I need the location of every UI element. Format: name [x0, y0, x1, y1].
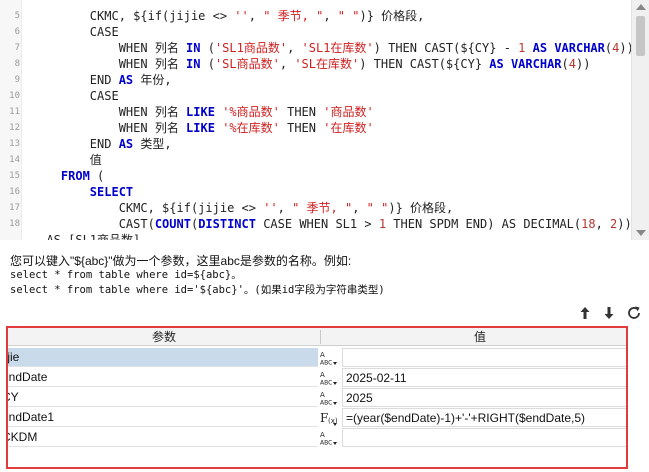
code-line[interactable]: 14 值	[0, 152, 628, 168]
param-name-cell[interactable]: endDate1	[8, 408, 318, 427]
editor-scrollbar[interactable]	[631, 0, 649, 240]
svg-text:A: A	[320, 391, 325, 399]
code-text: WHEN 列名 IN ('SL商品数', 'SL在库数') THEN CAST(…	[32, 57, 591, 71]
code-text: CASE	[32, 89, 119, 103]
scroll-down-icon[interactable]	[636, 230, 646, 236]
line-number: 18	[9, 219, 20, 229]
code-text: WHEN 列名 LIKE '%商品数' THEN '商品数'	[32, 105, 374, 119]
code-line[interactable]: AS [SL1商品数]	[0, 232, 628, 240]
parameter-table: 参数 值 jijieAABCendDateAABC2025-02-11CYAAB…	[6, 326, 628, 469]
help-text-example-1: select * from table where id=${abc}。	[10, 269, 242, 281]
line-number: 12	[9, 123, 20, 133]
line-number: 5	[14, 11, 20, 21]
code-text: WHEN 列名 LIKE '%在库数' THEN '在库数'	[32, 121, 374, 135]
line-number: 16	[9, 187, 20, 197]
code-text: CASE	[32, 25, 119, 39]
param-name-cell[interactable]: endDate	[8, 368, 318, 387]
svg-text:ABC: ABC	[320, 359, 332, 366]
line-number: 17	[9, 203, 20, 213]
help-text-example-2: select * from table where id='${abc}'。(如…	[10, 284, 385, 296]
text-type-icon[interactable]: A ABC	[320, 428, 338, 447]
code-text: CAST(COUNT(DISTINCT CASE WHEN SL1 > 1 TH…	[32, 217, 632, 231]
code-line[interactable]: 8 WHEN 列名 IN ('SL商品数', 'SL在库数') THEN CAS…	[0, 56, 628, 72]
code-line[interactable]: 10 CASE	[0, 88, 628, 104]
code-text: 值	[32, 153, 102, 167]
line-number: 7	[14, 43, 20, 53]
scroll-thumb[interactable]	[636, 16, 645, 56]
code-line[interactable]: 18 CAST(COUNT(DISTINCT CASE WHEN SL1 > 1…	[0, 216, 632, 232]
line-number: 9	[14, 75, 20, 85]
svg-text:ABC: ABC	[320, 439, 332, 446]
sql-editor[interactable]: 5 CKMC, ${if(jijie <> '', " 季节, ", " ")}…	[0, 0, 649, 240]
code-line[interactable]: 17 CKMC, ${if(jijie <> '', " 季节, ", " ")…	[0, 200, 628, 216]
code-text: CKMC, ${if(jijie <> '', " 季节, ", " ")} 价…	[32, 201, 454, 215]
line-number: 13	[9, 139, 20, 149]
table-row[interactable]: endDate1 F (x) =(year($endDate)-1)+'-'+RIGH…	[8, 407, 626, 427]
line-number: 11	[9, 107, 20, 117]
text-type-icon[interactable]: A ABC	[320, 348, 338, 367]
arrow-down-icon	[604, 307, 614, 319]
text-type-icon[interactable]: A ABC	[320, 388, 338, 407]
line-number: 14	[9, 155, 20, 165]
code-line[interactable]: 13 END AS 类型,	[0, 136, 628, 152]
code-line[interactable]: 7 WHEN 列名 IN ('SL1商品数', 'SL1在库数') THEN C…	[0, 40, 634, 56]
column-header-param: 参数	[151, 330, 176, 344]
code-text: AS [SL1商品数]	[32, 233, 141, 240]
svg-text:ABC: ABC	[320, 399, 332, 406]
code-text: END AS 年份,	[32, 73, 172, 87]
code-line[interactable]: 12 WHEN 列名 LIKE '%在库数' THEN '在库数'	[0, 120, 628, 136]
svg-text:A: A	[320, 351, 325, 359]
code-line[interactable]: 16 SELECT	[0, 184, 628, 200]
line-number: 6	[14, 27, 20, 37]
line-number: 8	[14, 59, 20, 69]
code-line[interactable]: 5 CKMC, ${if(jijie <> '', " 季节, ", " ")}…	[0, 8, 628, 24]
svg-text:A: A	[320, 371, 325, 379]
code-line[interactable]: 15 FROM (	[0, 168, 628, 184]
table-row[interactable]: CKDMAABC	[8, 427, 626, 447]
param-name-cell[interactable]: CKDM	[8, 428, 318, 447]
param-value-input[interactable]: 2025-02-11	[342, 368, 626, 387]
param-value-input[interactable]	[342, 428, 626, 447]
code-line[interactable]: 9 END AS 年份,	[0, 72, 628, 88]
table-row[interactable]: endDate A ABC 2025-02-11	[8, 367, 626, 387]
code-text: SELECT	[89, 185, 134, 199]
table-row[interactable]: jijieAABC	[8, 347, 626, 367]
arrow-up-icon	[580, 307, 590, 319]
param-name-cell[interactable]: jijie	[8, 348, 318, 367]
param-name-cell[interactable]: CY	[8, 388, 318, 407]
refresh-icon	[628, 306, 640, 319]
line-number: 15	[9, 171, 20, 181]
scroll-up-icon[interactable]	[636, 4, 646, 10]
param-value-input[interactable]: 2025	[342, 388, 626, 407]
svg-text:ABC: ABC	[320, 379, 332, 386]
code-text: CKMC, ${if(jijie <> '', " 季节, ", " ")} 价…	[32, 9, 425, 23]
column-header-value: 值	[473, 330, 486, 344]
refresh-button[interactable]	[623, 302, 645, 324]
param-value-input[interactable]: =(year($endDate)-1)+'-'+RIGHT($endDate,5…	[342, 408, 626, 427]
code-line[interactable]: 6 CASE	[0, 24, 628, 40]
move-up-button[interactable]	[574, 302, 596, 324]
code-text: END AS 类型,	[32, 137, 172, 151]
code-text: WHEN 列名 IN ('SL1商品数', 'SL1在库数') THEN CAS…	[32, 41, 634, 55]
move-down-button[interactable]	[598, 302, 620, 324]
svg-text:A: A	[320, 431, 325, 439]
text-type-icon[interactable]: A ABC	[320, 368, 338, 387]
table-header: 参数 值	[8, 328, 626, 346]
param-value-input[interactable]	[342, 348, 626, 367]
code-text: FROM (	[60, 169, 105, 183]
formula-type-icon[interactable]: F (x)	[320, 408, 338, 427]
table-row[interactable]: CYAABC2025	[8, 387, 626, 407]
code-line[interactable]: 11 WHEN 列名 LIKE '%商品数' THEN '商品数'	[0, 104, 628, 120]
line-number: 10	[9, 91, 20, 101]
